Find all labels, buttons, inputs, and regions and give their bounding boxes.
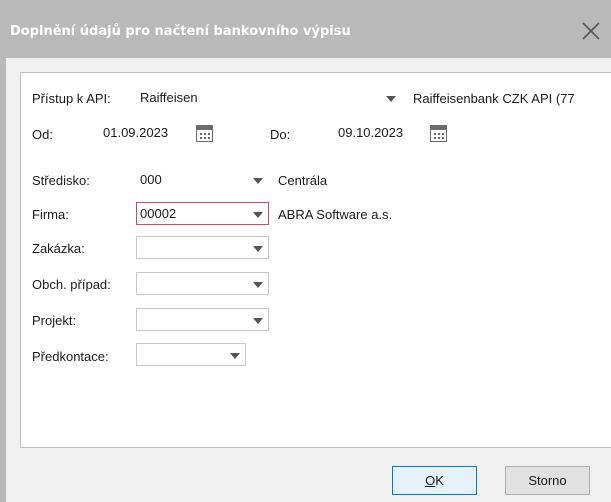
obch-pripad-label: Obch. případ:	[32, 277, 111, 292]
stredisko-label: Středisko:	[32, 173, 90, 188]
close-icon[interactable]	[580, 20, 602, 42]
stredisko-value: 000	[140, 172, 162, 187]
zakazka-label: Zakázka:	[32, 241, 85, 256]
bank-statement-dialog: Doplnění údajů pro načtení bankovního vý…	[0, 0, 611, 502]
calendar-icon[interactable]	[196, 125, 213, 142]
predkontace-select[interactable]	[136, 343, 246, 366]
predkontace-label: Předkontace:	[32, 349, 109, 364]
zakazka-select[interactable]	[136, 236, 269, 259]
ok-label: K	[435, 473, 444, 488]
ok-hotkey: O	[425, 473, 436, 488]
api-label: Přístup k API:	[32, 91, 111, 106]
dialog-title: Doplnění údajů pro načtení bankovního vý…	[10, 24, 351, 39]
firma-description: ABRA Software a.s.	[278, 207, 393, 222]
title-bar: Doplnění údajů pro načtení bankovního vý…	[0, 0, 611, 58]
from-date-value: 01.09.2023	[103, 125, 169, 140]
projekt-label: Projekt:	[32, 313, 77, 328]
window-border	[0, 58, 6, 502]
firma-value: 00002	[140, 206, 177, 221]
to-label: Do:	[270, 127, 291, 142]
firma-label: Firma:	[32, 207, 69, 222]
stredisko-description: Centrála	[278, 173, 328, 188]
to-date-value: 09.10.2023	[338, 125, 404, 140]
chevron-down-icon[interactable]	[253, 318, 263, 324]
form-panel: Přístup k API: Raiffeisen Raiffeisenbank…	[20, 72, 611, 448]
api-select[interactable]: Raiffeisen	[136, 86, 402, 109]
projekt-select[interactable]	[136, 308, 269, 331]
obch-pripad-select[interactable]	[136, 272, 269, 295]
api-description: Raiffeisenbank CZK API (77	[413, 91, 575, 106]
firma-select[interactable]: 00002	[136, 202, 269, 225]
stredisko-select[interactable]: 000	[136, 168, 269, 191]
api-value: Raiffeisen	[140, 90, 198, 105]
chevron-down-icon[interactable]	[386, 96, 396, 102]
from-label: Od:	[32, 127, 53, 142]
chevron-down-icon[interactable]	[253, 178, 263, 184]
storno-button[interactable]: Storno	[505, 466, 590, 495]
calendar-icon[interactable]	[430, 125, 447, 142]
chevron-down-icon[interactable]	[253, 212, 263, 218]
chevron-down-icon[interactable]	[253, 282, 263, 288]
chevron-down-icon[interactable]	[230, 353, 240, 359]
chevron-down-icon[interactable]	[253, 246, 263, 252]
ok-button[interactable]: OK	[392, 466, 477, 495]
